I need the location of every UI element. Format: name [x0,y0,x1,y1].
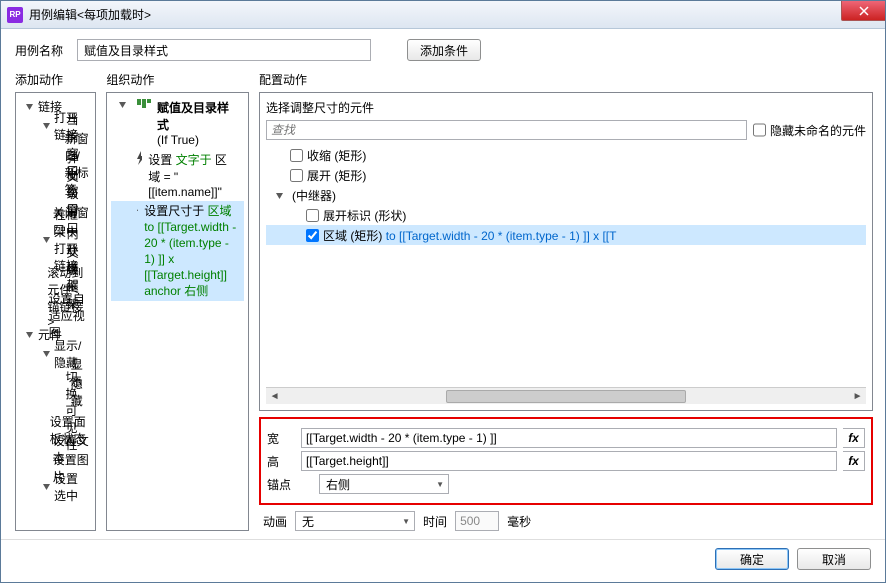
caret-down-icon [42,234,51,245]
caret-down-icon [117,99,128,110]
size-properties-box: 宽 fx 高 fx 锚点 右侧▼ [259,417,873,505]
animation-row: 动画 无▼ 时间 毫秒 [259,511,873,531]
close-icon [859,6,869,16]
action-set-text[interactable]: 设置 文字于 区域 = "[[item.name]]" [111,149,244,201]
bottom-bar: 确定 取消 [1,539,885,582]
case-name: 赋值及目录样式 [157,101,229,132]
configure-action-header: 配置动作 [259,71,873,88]
caret-down-icon: ▼ [436,480,444,489]
anim-select[interactable]: 无▼ [295,511,415,531]
add-action-column: 添加动作 链接打开链接当前窗口新窗口/新标签弹出窗口父级窗口关闭窗口在框架中打开… [15,71,96,531]
anchor-row: 锚点 右侧▼ [267,474,865,494]
action-set-size[interactable]: 设置尺寸于 区域 to [[Target.width - 20 * (item.… [111,201,244,301]
width-row: 宽 fx [267,428,865,448]
time-input[interactable] [455,511,499,531]
case-condition: (If True) [157,133,199,147]
caret-down-icon [24,101,35,112]
action-text: 设置尺寸于 区域 to [[Target.width - 20 * (item.… [144,203,238,299]
tree-item-collapse[interactable]: 收缩 (矩形) [266,145,866,165]
height-label: 高 [267,453,295,470]
bolt-icon [135,151,142,165]
add-action-panel[interactable]: 链接打开链接当前窗口新窗口/新标签弹出窗口父级窗口关闭窗口在框架中打开链接内联框… [15,92,96,531]
search-input[interactable] [266,120,747,140]
anchor-label: 锚点 [267,476,295,493]
scroll-thumb[interactable] [446,390,686,403]
action-tree-item[interactable]: 设置选中 [16,477,95,496]
caret-down-icon [42,120,51,131]
caret-down-icon [42,481,51,492]
organize-action-column: 组织动作 赋值及目录样式 (If True) [106,71,249,531]
cancel-button[interactable]: 取消 [797,548,871,570]
caret-down-icon [274,190,285,201]
title-bar: RP 用例编辑<每项加载时> [1,1,885,29]
bolt-icon [135,203,138,217]
action-text: 设置 文字于 区域 = "[[item.name]]" [148,151,238,199]
case-row[interactable]: 赋值及目录样式 (If True) [111,97,244,149]
case-type-icon [137,99,151,108]
close-button[interactable] [841,1,885,21]
widget-tree[interactable]: 收缩 (矩形) 展开 (矩形) (中继器) 展开标识 (形状) 区域 (矩形 [266,144,866,383]
tree-group-repeater[interactable]: (中继器) [266,185,866,205]
add-condition-button[interactable]: 添加条件 [407,39,481,61]
header-toolbar: 用例名称 添加条件 [1,29,885,71]
main-columns: 添加动作 链接打开链接当前窗口新窗口/新标签弹出窗口父级窗口关闭窗口在框架中打开… [1,71,885,539]
usecase-name-input[interactable] [77,39,371,61]
ok-button[interactable]: 确定 [715,548,789,570]
action-tree-item[interactable]: 设置自适应视图 [16,306,95,325]
configure-action-column: 配置动作 选择调整尺寸的元件 隐藏未命名的元件 收缩 (矩形) 展 [259,71,873,531]
organize-action-header: 组织动作 [106,71,249,88]
name-label: 用例名称 [15,42,71,59]
tree-item-marker[interactable]: 展开标识 (形状) [266,205,866,225]
width-input[interactable] [301,428,837,448]
caret-down-icon: ▼ [402,517,410,526]
time-unit: 毫秒 [507,513,531,530]
caret-down-icon [24,329,35,340]
width-fx-button[interactable]: fx [843,428,865,448]
anchor-select[interactable]: 右侧▼ [319,474,449,494]
horizontal-scrollbar[interactable]: ◄ ► [266,387,866,404]
width-label: 宽 [267,430,295,447]
configure-panel: 选择调整尺寸的元件 隐藏未命名的元件 收缩 (矩形) 展开 (矩形) [259,92,873,411]
search-row: 隐藏未命名的元件 [266,120,866,140]
organize-action-panel[interactable]: 赋值及目录样式 (If True) 设置 文字于 区域 = "[[item.na… [106,92,249,531]
height-fx-button[interactable]: fx [843,451,865,471]
hide-unnamed[interactable]: 隐藏未命名的元件 [753,120,866,140]
caret-down-icon [42,348,51,359]
tree-item-area[interactable]: 区域 (矩形) to [[Target.width - 20 * (item.t… [266,225,866,245]
app-icon: RP [7,7,23,23]
add-action-header: 添加动作 [15,71,96,88]
hide-unnamed-checkbox[interactable] [753,120,766,140]
scroll-right-icon[interactable]: ► [849,389,866,404]
tree-item-label: 设置选中 [54,470,89,504]
height-input[interactable] [301,451,837,471]
configure-subtitle: 选择调整尺寸的元件 [266,99,866,116]
height-row: 高 fx [267,451,865,471]
time-label: 时间 [423,513,447,530]
anim-label: 动画 [263,513,287,530]
dialog-window: RP 用例编辑<每项加载时> 用例名称 添加条件 添加动作 链接打开链接当前窗口… [0,0,886,583]
window-title: 用例编辑<每项加载时> [29,6,151,23]
tree-item-expand[interactable]: 展开 (矩形) [266,165,866,185]
scroll-left-icon[interactable]: ◄ [266,389,283,404]
